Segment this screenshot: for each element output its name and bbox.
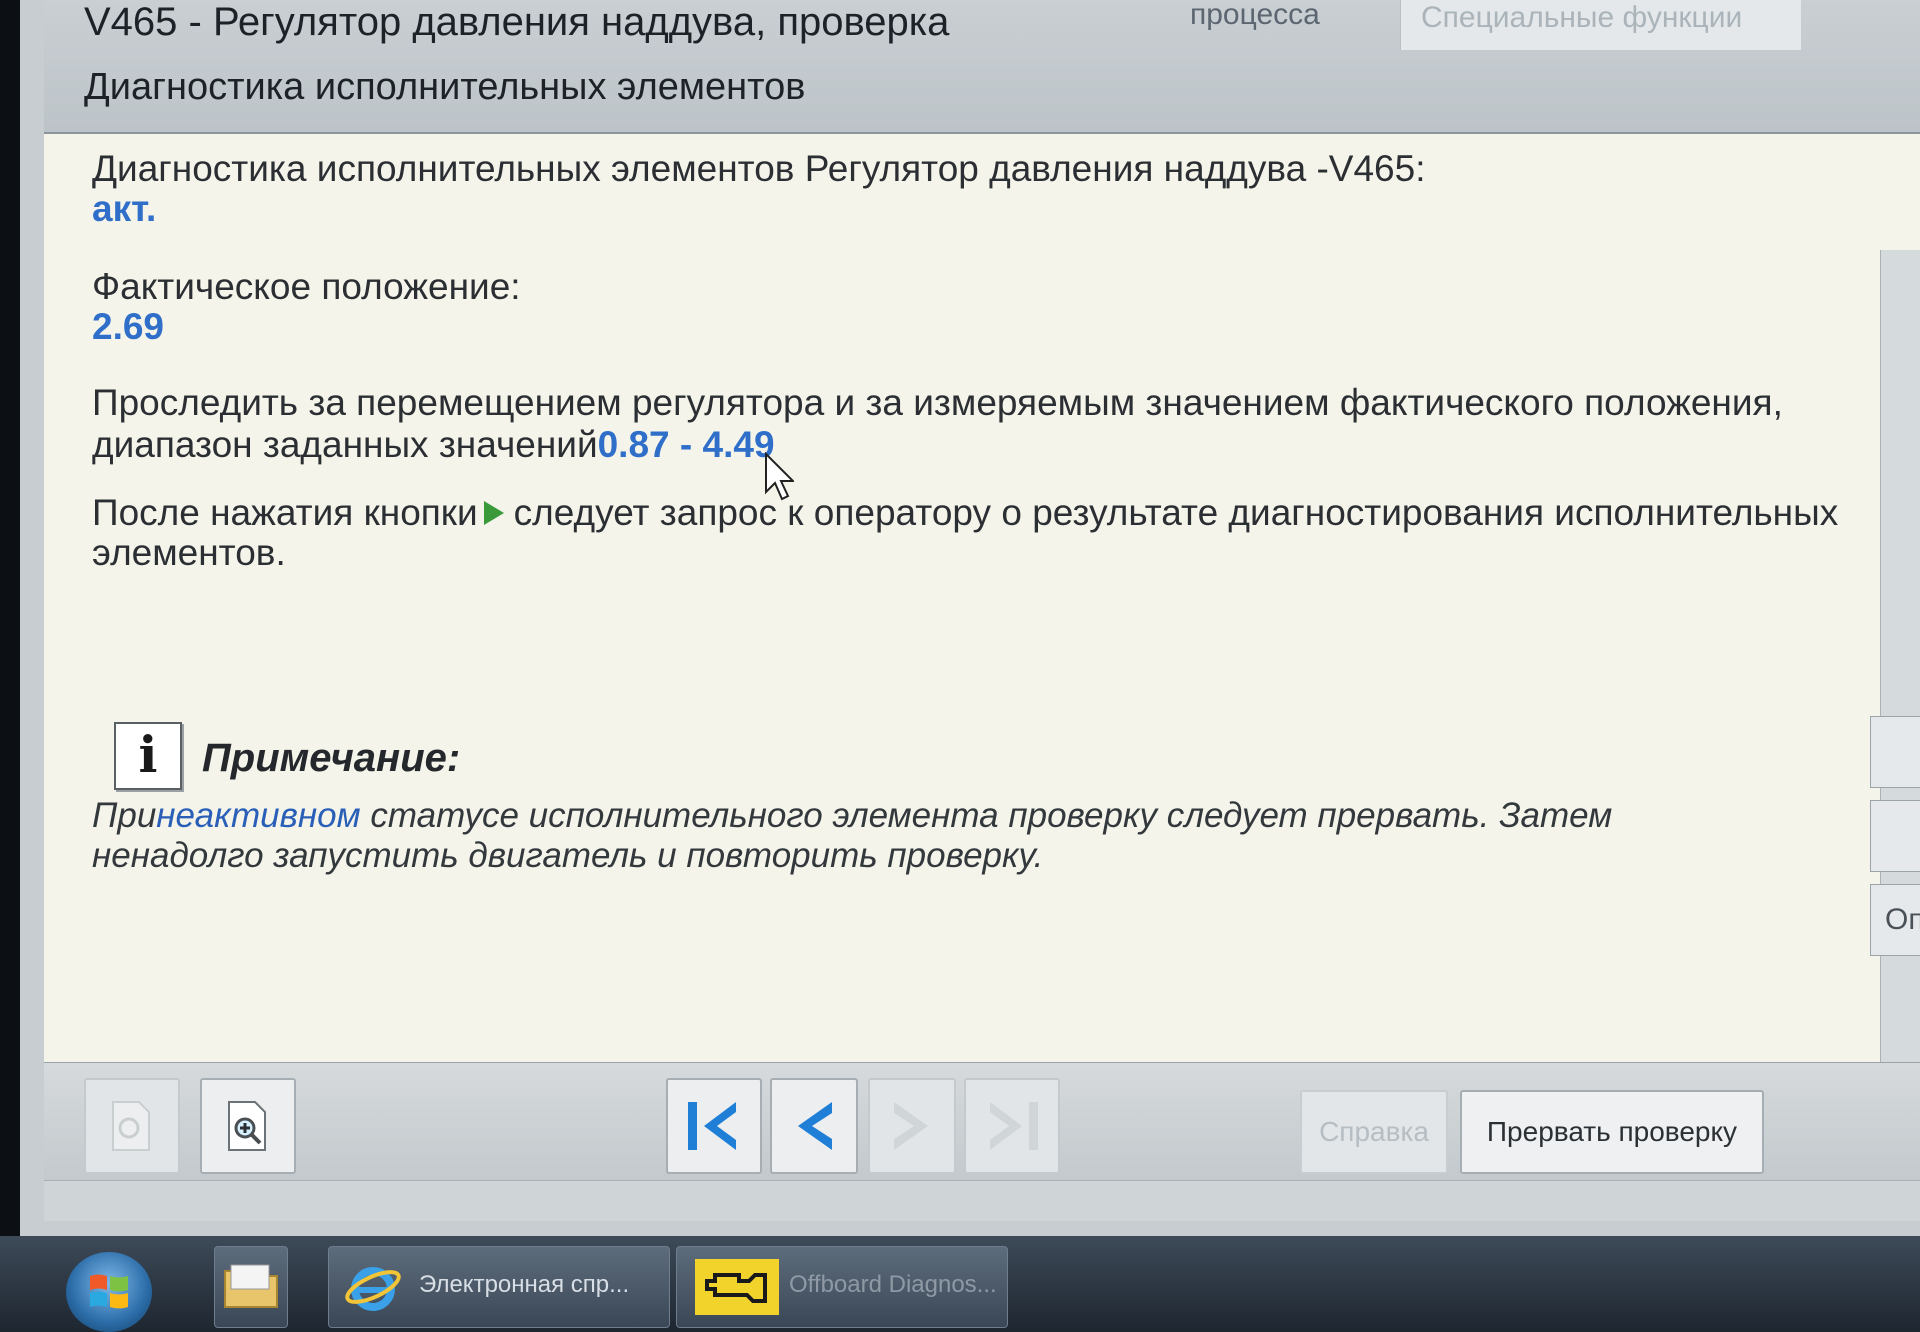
- after-press-line-2: элементов.: [92, 532, 286, 573]
- note-suffix: статусе исполнительного элемента проверк…: [360, 796, 1613, 835]
- next-button[interactable]: [868, 1078, 956, 1174]
- taskbar-explorer[interactable]: [214, 1246, 288, 1328]
- engine-icon: [705, 1273, 767, 1303]
- zoom-in-button[interactable]: [200, 1078, 296, 1174]
- main-content: Диагностика исполнительных элементов Рег…: [44, 132, 1920, 1064]
- previous-button[interactable]: [770, 1078, 858, 1174]
- zoom-out-button[interactable]: [84, 1078, 180, 1174]
- side-button-2[interactable]: [1870, 800, 1920, 872]
- first-page-button[interactable]: [666, 1078, 762, 1174]
- actual-position-label: Фактическое положение:: [92, 266, 521, 307]
- folder-icon: [224, 1264, 278, 1308]
- side-button-open[interactable]: Оп: [1870, 884, 1920, 956]
- chevron-right-icon: [894, 1102, 928, 1150]
- info-icon: i: [114, 722, 182, 790]
- page-subtitle: Диагностика исполнительных элементов: [84, 66, 806, 108]
- side-button-1[interactable]: [1870, 716, 1920, 788]
- status-value: акт.: [92, 188, 157, 229]
- range-value: 0.87 - 4.49: [597, 424, 775, 465]
- last-page-button[interactable]: [964, 1078, 1060, 1174]
- test-description: Диагностика исполнительных элементов Рег…: [92, 148, 1426, 189]
- note-line-1: Принеактивном статусе исполнительного эл…: [92, 796, 1612, 836]
- windows-logo-icon: [90, 1274, 128, 1309]
- skip-last-icon: [990, 1102, 1038, 1150]
- status-bar: [44, 1180, 1920, 1221]
- document-zoom-out-icon: [112, 1101, 150, 1151]
- tab-process[interactable]: процесса: [1190, 0, 1400, 30]
- after-press-line-1: После нажатия кнопки следует запрос к опе…: [92, 492, 1838, 534]
- after-press-suffix: следует запрос к оператору о результате …: [513, 492, 1839, 533]
- tab-special-functions[interactable]: Специальные функции: [1400, 0, 1801, 50]
- diagnostic-window: V465 - Регулятор давления наддува, прове…: [20, 0, 1920, 1332]
- start-button[interactable]: [66, 1252, 152, 1332]
- instruction-line-1: Проследить за перемещением регулятора и …: [92, 382, 1783, 423]
- taskbar-internet-explorer[interactable]: Электронная спр...: [328, 1246, 670, 1328]
- note-prefix: При: [92, 796, 157, 835]
- note-title: Примечание:: [202, 736, 461, 780]
- skip-first-icon: [688, 1102, 736, 1150]
- mouse-cursor-icon: [765, 452, 794, 501]
- document-zoom-in-icon: [228, 1101, 266, 1151]
- note-line-2: ненадолго запустить двигатель и повторит…: [92, 836, 1044, 875]
- help-button[interactable]: Справка: [1300, 1090, 1448, 1174]
- internet-explorer-icon: [345, 1267, 401, 1311]
- instruction-line-2: диапазон заданных значений0.87 - 4.49: [92, 424, 775, 466]
- actual-position-value: 2.69: [92, 306, 165, 347]
- abort-test-button[interactable]: Прервать проверку: [1460, 1090, 1764, 1174]
- taskbar-odis-label: Offboard Diagnos...: [789, 1271, 997, 1298]
- after-press-prefix: После нажатия кнопки: [92, 492, 478, 533]
- engine-check-icon: [695, 1259, 779, 1315]
- page-title: V465 - Регулятор давления наддува, прове…: [84, 0, 950, 44]
- taskbar-odis[interactable]: Offboard Diagnos...: [676, 1246, 1008, 1328]
- play-icon: [483, 501, 504, 526]
- range-label: диапазон заданных значений: [92, 424, 598, 465]
- taskbar-ie-label: Электронная спр...: [419, 1271, 630, 1298]
- note-link-inactive[interactable]: неактивном: [156, 796, 360, 835]
- chevron-left-icon: [798, 1102, 832, 1150]
